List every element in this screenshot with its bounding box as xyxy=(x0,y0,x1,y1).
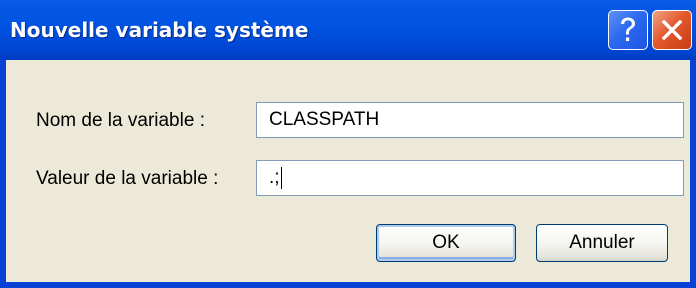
cancel-button[interactable]: Annuler xyxy=(536,224,668,262)
variable-value-input[interactable]: .; xyxy=(256,160,684,196)
ok-button[interactable]: OK xyxy=(376,224,516,262)
variable-name-value: CLASSPATH xyxy=(269,109,380,130)
close-button[interactable] xyxy=(652,10,692,50)
variable-name-label: Nom de la variable : xyxy=(36,110,205,131)
cancel-button-label: Annuler xyxy=(569,232,635,253)
dialog-window: Nouvelle variable système Nom de la vari… xyxy=(0,0,696,288)
window-title: Nouvelle variable système xyxy=(10,18,309,42)
help-button[interactable] xyxy=(608,10,648,50)
question-mark-icon xyxy=(617,16,639,44)
variable-name-input[interactable]: CLASSPATH xyxy=(256,102,684,138)
variable-value-text: .; xyxy=(269,167,280,188)
close-x-icon xyxy=(660,18,684,42)
title-bar[interactable]: Nouvelle variable système xyxy=(0,0,696,60)
variable-value-label: Valeur de la variable : xyxy=(36,168,219,189)
text-caret xyxy=(280,166,282,189)
ok-button-label: OK xyxy=(432,232,460,253)
dialog-client-area: Nom de la variable : CLASSPATH Valeur de… xyxy=(6,60,690,282)
